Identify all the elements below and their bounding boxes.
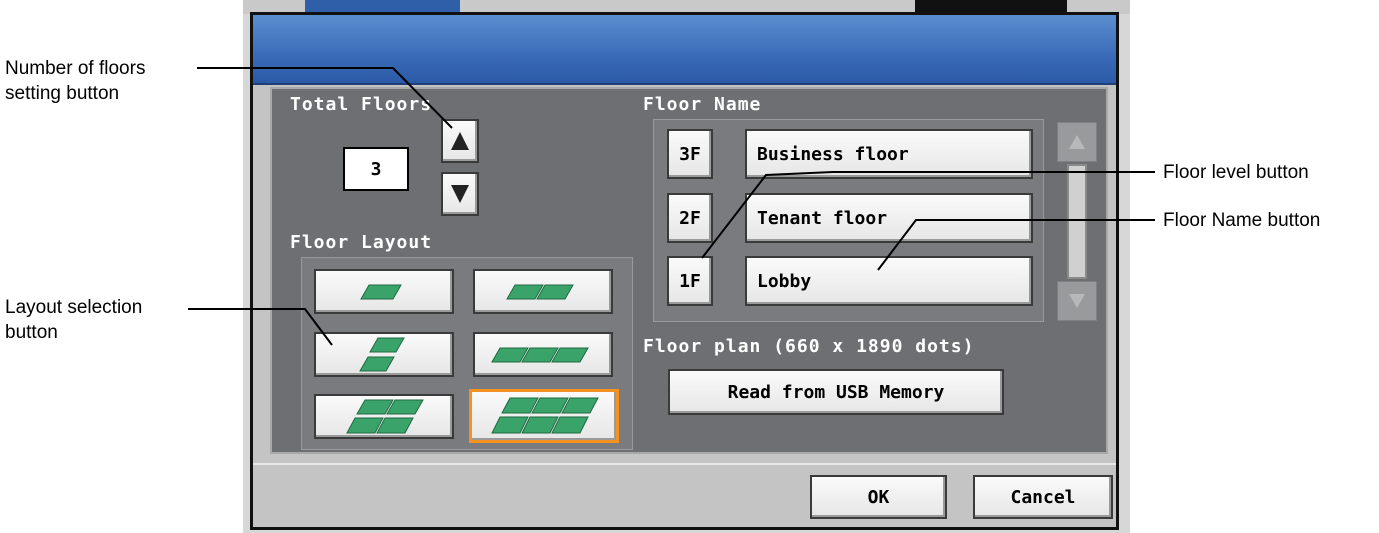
callout-leader-lines — [188, 67, 1155, 346]
